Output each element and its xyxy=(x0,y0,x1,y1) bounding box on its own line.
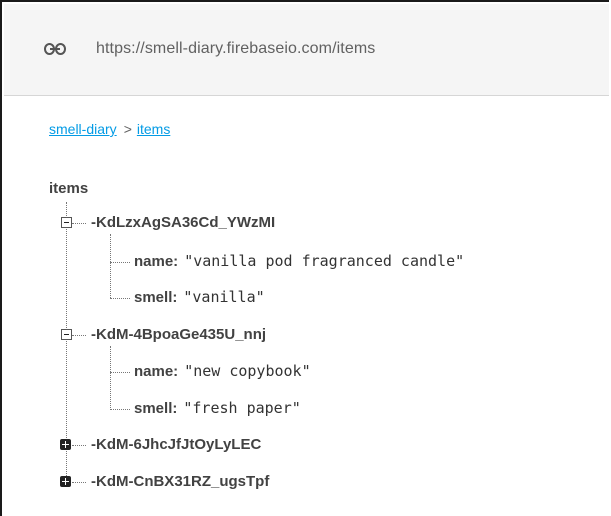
tree-connector xyxy=(72,482,86,483)
database-url[interactable]: https://smell-diary.firebaseio.com/items xyxy=(96,40,375,58)
leaf-key: name: xyxy=(134,363,179,380)
tree-connector xyxy=(110,234,111,298)
collapse-toggle-icon[interactable] xyxy=(61,217,72,228)
url-bar: https://smell-diary.firebaseio.com/items xyxy=(4,4,609,96)
tree-leaf[interactable]: smell: "fresh paper" xyxy=(134,399,301,417)
app-frame: https://smell-diary.firebaseio.com/items… xyxy=(0,0,609,516)
breadcrumb-root-link[interactable]: smell-diary xyxy=(49,121,117,137)
tree-node-key[interactable]: -KdLzxAgSA36Cd_YWzMI xyxy=(91,214,275,231)
tree-connector xyxy=(110,262,130,263)
link-icon xyxy=(44,42,66,60)
tree-root-label[interactable]: items xyxy=(49,180,88,197)
tree-leaf[interactable]: smell: "vanilla" xyxy=(134,288,265,306)
tree-leaf[interactable]: name: "new copybook" xyxy=(134,362,311,380)
leaf-value: "vanilla pod fragranced candle" xyxy=(184,252,465,270)
leaf-value: "fresh paper" xyxy=(183,399,301,417)
tree-connector xyxy=(110,346,111,410)
tree-connector xyxy=(72,445,86,446)
leaf-value: "new copybook" xyxy=(184,362,311,380)
tree-connector xyxy=(110,298,130,299)
tree-node-key[interactable]: -KdM-CnBX31RZ_ugsTpf xyxy=(91,473,269,490)
leaf-value: "vanilla" xyxy=(183,288,265,306)
tree-connector xyxy=(72,335,86,336)
breadcrumb-separator: > xyxy=(123,121,132,137)
leaf-key: name: xyxy=(134,253,179,270)
tree-connector xyxy=(72,223,86,224)
tree-connector xyxy=(110,409,130,410)
tree-node-key[interactable]: -KdM-6JhcJfJtOyLyLEC xyxy=(91,436,261,453)
leaf-key: smell: xyxy=(134,400,178,417)
breadcrumb-current-link[interactable]: items xyxy=(137,121,170,137)
leaf-key: smell: xyxy=(134,289,178,306)
expand-toggle-icon[interactable] xyxy=(60,439,71,450)
collapse-toggle-icon[interactable] xyxy=(61,329,72,340)
tree-connector xyxy=(110,372,130,373)
tree-node-key[interactable]: -KdM-4BpoaGe435U_nnj xyxy=(91,326,266,343)
expand-toggle-icon[interactable] xyxy=(60,476,71,487)
breadcrumb: smell-diary > items xyxy=(49,121,170,137)
tree-leaf[interactable]: name: "vanilla pod fragranced candle" xyxy=(134,252,464,270)
